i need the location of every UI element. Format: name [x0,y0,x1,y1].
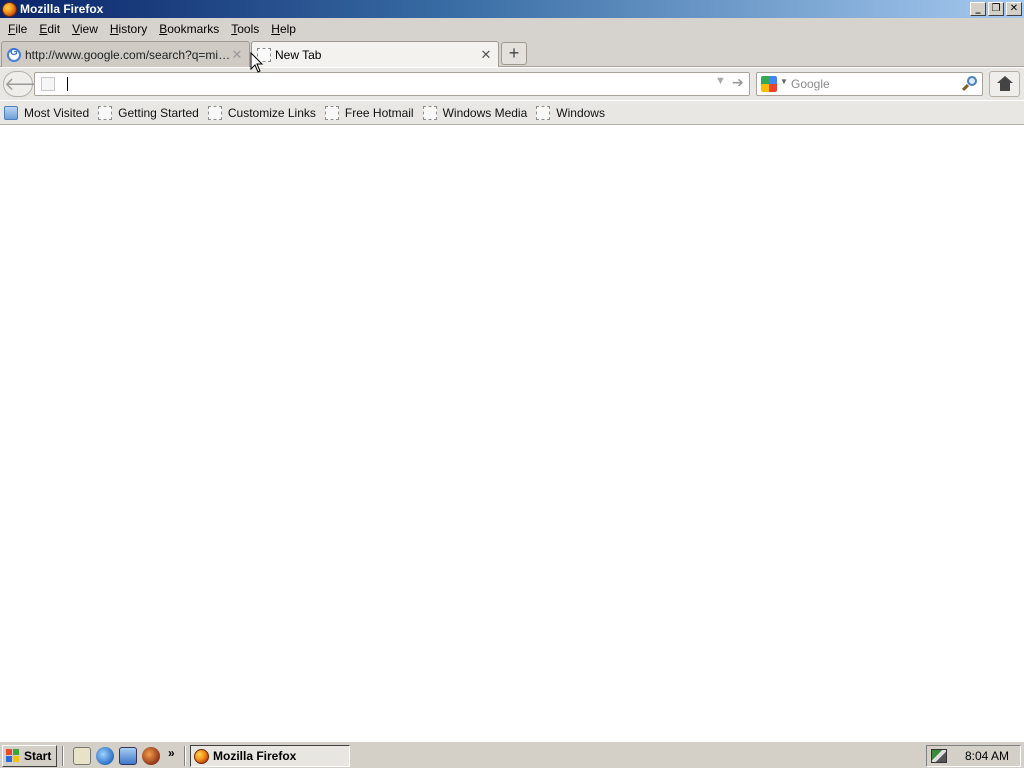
google-search-engine-icon[interactable] [761,76,777,92]
taskbar-separator [184,746,186,766]
search-magnifier-icon[interactable] [961,75,979,93]
menu-tools[interactable]: Tools [225,22,265,36]
go-arrow-icon[interactable]: ➔ [732,74,744,91]
url-history-dropdown-icon[interactable]: ▼ [715,75,726,87]
bookmark-label: Getting Started [118,105,199,120]
menu-bookmarks[interactable]: Bookmarks [153,22,225,36]
search-input[interactable] [791,76,956,92]
start-button[interactable]: Start [2,745,57,767]
search-bar[interactable]: ▼ [756,72,983,96]
clock[interactable]: 8:04 AM [965,749,1009,763]
url-bar[interactable]: ▼ ➔ [34,72,750,96]
close-tab-icon[interactable]: ✕ [231,47,243,63]
outlook-express-icon[interactable] [119,747,137,765]
bookmark-free-hotmail[interactable]: Free Hotmail [324,105,414,120]
firefox-icon [2,1,17,17]
firefox-icon [194,748,209,764]
minimize-button[interactable]: _ [970,2,986,16]
bookmark-windows[interactable]: Windows [536,105,605,120]
windows-logo-icon [6,749,21,763]
bookmark-customize-links[interactable]: Customize Links [207,105,316,120]
window-title: Mozilla Firefox [20,2,104,16]
blank-page-icon [536,105,551,120]
tab-label: http://www.google.com/search?q=minec... [25,47,231,62]
bookmark-label: Windows Media [442,105,528,120]
blank-page-icon [98,105,113,120]
media-player-icon[interactable] [142,747,160,765]
site-identity-icon[interactable] [41,77,55,91]
bookmark-label: Free Hotmail [344,105,414,120]
taskbar-button-label: Mozilla Firefox [213,749,297,763]
new-tab-button[interactable]: + [501,42,527,65]
internet-explorer-icon[interactable] [96,747,114,765]
tab-label: New Tab [275,47,322,62]
network-icon[interactable] [931,749,947,763]
window-title-bar[interactable]: Mozilla Firefox _ ❐ ✕ [0,0,1024,18]
bookmark-label: Customize Links [227,105,316,120]
menu-view[interactable]: View [66,22,104,36]
home-button[interactable] [989,71,1020,97]
menu-help[interactable]: Help [265,22,302,36]
bookmark-label: Most Visited [24,105,90,120]
restore-button[interactable]: ❐ [988,2,1004,16]
bookmark-getting-started[interactable]: Getting Started [98,105,199,120]
navigation-toolbar: 🡐 ▼ ➔ ▼ [0,68,1024,100]
close-tab-icon[interactable]: ✕ [480,47,492,63]
start-label: Start [24,749,52,763]
search-engine-dropdown-icon[interactable]: ▼ [780,77,788,86]
text-cursor [67,77,68,91]
close-window-button[interactable]: ✕ [1006,2,1022,16]
bookmark-windows-media[interactable]: Windows Media [422,105,528,120]
page-content-area[interactable] [0,126,1024,740]
mouse-pointer-icon [250,52,264,73]
menu-history[interactable]: History [104,22,153,36]
tab-google-search[interactable]: http://www.google.com/search?q=minec... … [1,41,250,67]
taskbar: Start » Mozilla Firefox 8:04 AM [0,741,1024,768]
menu-bar: File Edit View History Bookmarks Tools H… [0,18,1024,40]
blank-page-icon [207,105,222,120]
menu-file[interactable]: File [2,22,33,36]
bookmark-label: Windows [556,105,605,120]
taskbar-button-firefox[interactable]: Mozilla Firefox [190,745,350,767]
menu-edit[interactable]: Edit [33,22,66,36]
quick-launch-overflow-icon[interactable]: » [168,746,175,760]
google-favicon-icon [7,47,21,62]
url-input[interactable] [63,76,703,92]
blank-page-icon [422,105,437,120]
show-desktop-icon[interactable] [73,747,91,765]
bookmarks-toolbar: Most Visited Getting Started Customize L… [0,101,1024,125]
system-tray: 8:04 AM [926,745,1021,767]
most-visited-icon [4,105,18,120]
back-button[interactable]: 🡐 [3,71,52,97]
tab-new-tab[interactable]: New Tab ✕ [251,41,499,67]
bookmark-most-visited[interactable]: Most Visited [4,105,90,120]
taskbar-separator [62,746,64,766]
blank-page-icon [324,105,339,120]
